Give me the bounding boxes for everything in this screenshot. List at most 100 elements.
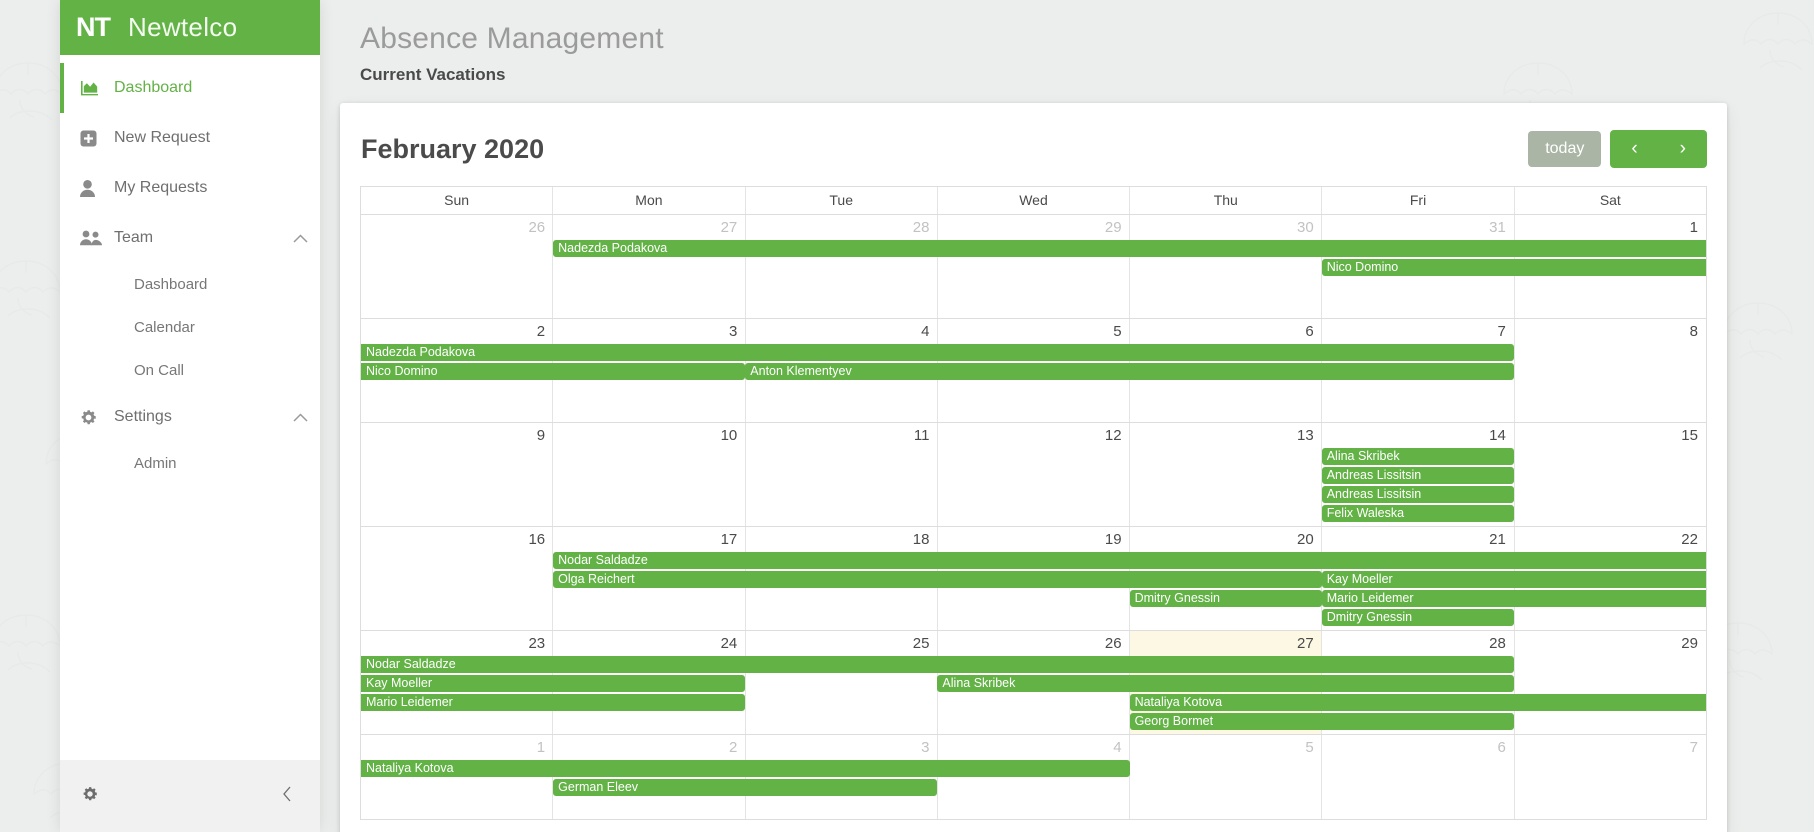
day-number[interactable]: 19 <box>937 527 1129 551</box>
day-number[interactable]: 27 <box>553 215 745 239</box>
day-number[interactable]: 15 <box>1514 423 1706 447</box>
sidebar-item-label: Settings <box>114 408 172 425</box>
vacation-event[interactable]: Georg Bormet <box>1129 713 1514 730</box>
day-number[interactable]: 9 <box>361 423 553 447</box>
event-row-spacer <box>361 382 1706 399</box>
chevron-up-icon[interactable] <box>280 233 320 243</box>
day-number[interactable]: 11 <box>745 423 937 447</box>
day-number[interactable]: 8 <box>1514 319 1706 343</box>
page-header: Absence Management Current Vacations <box>320 0 1814 85</box>
vacation-event[interactable]: Dmitry Gnessin <box>1321 609 1514 626</box>
day-number[interactable]: 25 <box>745 631 937 655</box>
day-number[interactable]: 28 <box>1322 631 1514 655</box>
day-number[interactable]: 2 <box>361 319 553 343</box>
day-number[interactable]: 22 <box>1514 527 1706 551</box>
calendar-grid: Sun Mon Tue Wed Thu Fri Sat 26 27 28 29 30 31 1 Nadez… <box>360 186 1707 820</box>
sidebar-item-new-request[interactable]: New Request <box>60 113 320 163</box>
day-number[interactable]: 29 <box>1514 631 1706 655</box>
calendar-day-headers: Sun Mon Tue Wed Thu Fri Sat <box>361 187 1706 215</box>
day-number[interactable]: 1 <box>1514 215 1706 239</box>
day-number[interactable]: 30 <box>1130 215 1322 239</box>
gear-icon[interactable] <box>82 786 98 807</box>
day-number[interactable]: 10 <box>553 423 745 447</box>
sidebar-item-dashboard[interactable]: Dashboard <box>60 63 320 113</box>
day-number[interactable]: 6 <box>1130 319 1322 343</box>
day-number[interactable]: 7 <box>1322 319 1514 343</box>
day-number[interactable]: 21 <box>1322 527 1514 551</box>
main-content: Absence Management Current Vacations Feb… <box>320 0 1814 832</box>
day-number[interactable]: 7 <box>1514 735 1706 759</box>
page-title: Absence Management <box>360 22 664 55</box>
calendar-nav-buttons: today ‹ › <box>1528 130 1707 168</box>
vacation-event[interactable]: Anton Klementyev <box>745 363 1514 380</box>
vacation-event[interactable]: Nodar Saldadze <box>361 656 1514 673</box>
vacation-event[interactable]: Dmitry Gnessin <box>1129 590 1322 607</box>
day-number[interactable]: 3 <box>553 319 745 343</box>
sidebar-subitem-settings-admin[interactable]: Admin <box>60 442 320 485</box>
vacation-event[interactable]: Nodar Saldadze <box>553 552 1706 569</box>
sidebar-subitem-label: Dashboard <box>134 276 208 293</box>
vacation-event[interactable]: Nadezda Podakova <box>553 240 1706 257</box>
day-header-sun: Sun <box>361 187 554 214</box>
day-number[interactable]: 18 <box>745 527 937 551</box>
vacation-event[interactable]: Kay Moeller <box>1321 571 1706 588</box>
day-number[interactable]: 2 <box>553 735 745 759</box>
sidebar-subitem-team-calendar[interactable]: Calendar <box>60 306 320 349</box>
chevron-left-icon[interactable] <box>282 786 292 807</box>
vacation-event[interactable]: Mario Leidemer <box>1321 590 1706 607</box>
day-number[interactable]: 28 <box>745 215 937 239</box>
day-number[interactable]: 16 <box>361 527 553 551</box>
sidebar-item-team[interactable]: Team <box>60 213 320 263</box>
day-number[interactable]: 23 <box>361 631 553 655</box>
vacation-event[interactable]: Nadezda Podakova <box>361 344 1514 361</box>
event-row: Alina Skribek <box>361 448 1706 465</box>
today-button[interactable]: today <box>1528 131 1602 167</box>
vacation-event[interactable]: Alina Skribek <box>1321 448 1514 465</box>
vacation-event[interactable]: Andreas Lissitsin <box>1321 486 1514 503</box>
day-number[interactable]: 3 <box>745 735 937 759</box>
users-icon <box>80 230 114 246</box>
vacation-event[interactable]: Nico Domino <box>361 363 746 380</box>
vacation-event[interactable]: Olga Reichert <box>553 571 1322 588</box>
prev-next-group: ‹ › <box>1610 130 1707 168</box>
day-number[interactable]: 29 <box>937 215 1129 239</box>
vacation-event[interactable]: Andreas Lissitsin <box>1321 467 1514 484</box>
day-number[interactable]: 31 <box>1322 215 1514 239</box>
vacation-event[interactable]: Nataliya Kotova <box>1129 694 1706 711</box>
day-number[interactable]: 20 <box>1130 527 1322 551</box>
day-number[interactable]: 4 <box>745 319 937 343</box>
day-number[interactable]: 12 <box>937 423 1129 447</box>
vacation-event[interactable]: Nico Domino <box>1321 259 1706 276</box>
day-number[interactable]: 14 <box>1322 423 1514 447</box>
day-number[interactable]: 24 <box>553 631 745 655</box>
day-number[interactable]: 1 <box>361 735 553 759</box>
day-number[interactable]: 5 <box>1130 735 1322 759</box>
day-number[interactable]: 27 <box>1130 631 1322 655</box>
event-row: Dmitry Gnessin <box>361 609 1706 626</box>
sidebar-subitem-team-dashboard[interactable]: Dashboard <box>60 263 320 306</box>
vacation-event[interactable]: German Eleev <box>553 779 938 796</box>
day-number[interactable]: 13 <box>1130 423 1322 447</box>
event-row: Nataliya Kotova <box>361 760 1706 777</box>
sidebar-item-settings[interactable]: Settings <box>60 392 320 442</box>
vacation-event[interactable]: Nataliya Kotova <box>361 760 1130 777</box>
event-row-spacer <box>361 297 1706 314</box>
sidebar-subitem-team-on-call[interactable]: On Call <box>60 349 320 392</box>
day-number[interactable]: 4 <box>937 735 1129 759</box>
sidebar-item-my-requests[interactable]: My Requests <box>60 163 320 213</box>
vacation-event[interactable]: Mario Leidemer <box>361 694 746 711</box>
day-number[interactable]: 17 <box>553 527 745 551</box>
sidebar: NT Newtelco Dashboard New Request My Req… <box>60 0 320 832</box>
day-number[interactable]: 5 <box>937 319 1129 343</box>
next-month-button[interactable]: › <box>1659 130 1707 168</box>
calendar-month-title: February 2020 <box>361 133 545 164</box>
prev-month-button[interactable]: ‹ <box>1610 130 1658 168</box>
vacation-event[interactable]: Felix Waleska <box>1321 505 1514 522</box>
day-number[interactable]: 26 <box>361 215 553 239</box>
vacation-event[interactable]: Kay Moeller <box>361 675 746 692</box>
day-number[interactable]: 26 <box>937 631 1129 655</box>
day-number[interactable]: 6 <box>1322 735 1514 759</box>
chevron-up-icon[interactable] <box>280 412 320 422</box>
sidebar-item-label: New Request <box>114 129 211 146</box>
vacation-event[interactable]: Alina Skribek <box>937 675 1514 692</box>
